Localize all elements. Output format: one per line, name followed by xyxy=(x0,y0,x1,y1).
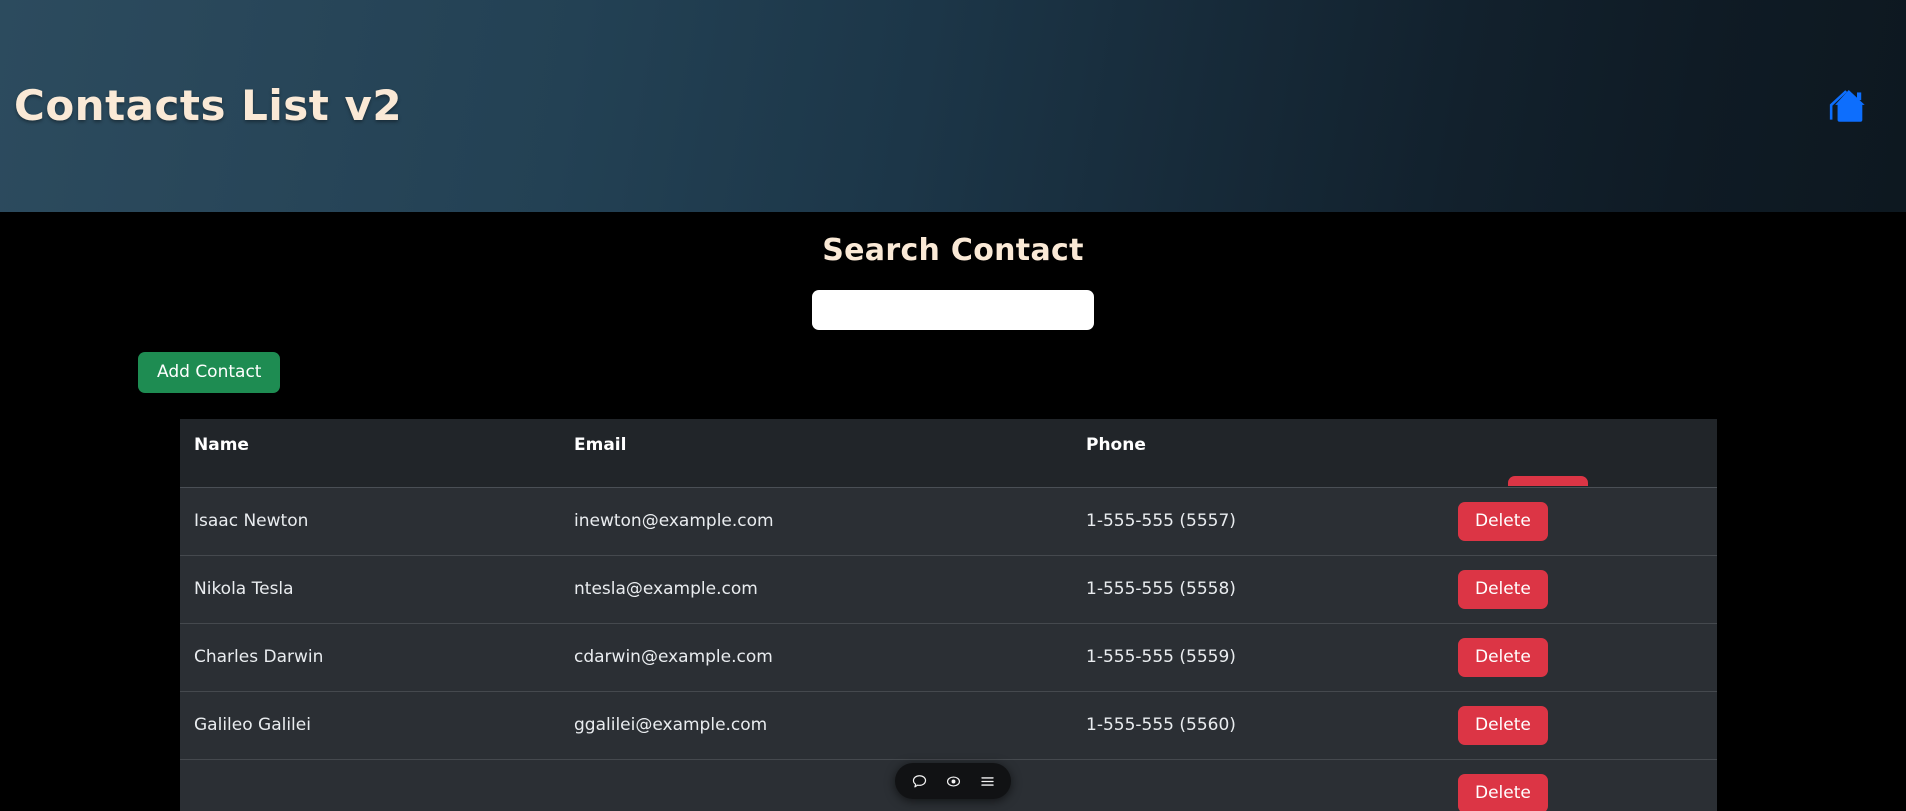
cell-name: Nikola Tesla xyxy=(194,579,294,600)
cell-actions: Delete xyxy=(1444,759,1717,811)
column-header-phone[interactable]: Phone xyxy=(1072,418,1444,488)
floating-toolbar xyxy=(895,763,1011,799)
cell-name: Charles Darwin xyxy=(194,647,324,668)
delete-button[interactable]: Delete xyxy=(1458,501,1548,541)
partial-delete-button[interactable] xyxy=(1508,475,1588,486)
hamburger-menu-icon[interactable] xyxy=(977,771,997,791)
home-link[interactable] xyxy=(1824,84,1868,128)
cell-phone: 1-555-555 (5557) xyxy=(1086,511,1236,532)
contacts-table: Name Email Phone Isaac Newton inewton@ex… xyxy=(180,418,1717,811)
search-section: Search Contact xyxy=(0,212,1906,330)
cell-name: Isaac Newton xyxy=(194,511,309,532)
search-input[interactable] xyxy=(812,290,1094,330)
record-eye-icon[interactable] xyxy=(943,771,963,791)
cell-phone xyxy=(1072,759,1444,811)
cell-phone: 1-555-555 (5560) xyxy=(1086,715,1236,736)
column-header-email[interactable]: Email xyxy=(560,418,1072,488)
table-row: Charles Darwin cdarwin@example.com 1-555… xyxy=(180,623,1717,692)
add-contact-row: Add Contact xyxy=(0,352,1906,393)
delete-button[interactable]: Delete xyxy=(1458,705,1548,745)
search-heading: Search Contact xyxy=(822,233,1084,268)
cell-email: ggalilei@example.com xyxy=(574,715,768,736)
home-icon xyxy=(1824,84,1868,128)
column-header-name[interactable]: Name xyxy=(180,418,560,488)
page-title: Contacts List v2 xyxy=(14,81,403,130)
site-header: Contacts List v2 xyxy=(0,0,1906,212)
column-header-actions xyxy=(1444,418,1717,488)
table-row: Nikola Tesla ntesla@example.com 1-555-55… xyxy=(180,555,1717,624)
contacts-table-wrapper: Name Email Phone Isaac Newton inewton@ex… xyxy=(180,418,1717,811)
delete-button[interactable]: Delete xyxy=(1458,637,1548,677)
cell-name: Galileo Galilei xyxy=(194,715,311,736)
cell-phone: 1-555-555 (5558) xyxy=(1086,579,1236,600)
cell-email: cdarwin@example.com xyxy=(574,647,773,668)
cell-phone: 1-555-555 (5559) xyxy=(1086,647,1236,668)
cell-email: ntesla@example.com xyxy=(574,579,758,600)
table-header: Name Email Phone xyxy=(180,418,1717,488)
cell-name xyxy=(180,759,560,811)
table-header-row: Name Email Phone xyxy=(180,418,1717,488)
delete-button[interactable]: Delete xyxy=(1458,569,1548,609)
page-body: Search Contact Add Contact Name Email Ph… xyxy=(0,212,1906,811)
cell-actions: Delete xyxy=(1444,487,1717,555)
table-row: Isaac Newton inewton@example.com 1-555-5… xyxy=(180,487,1717,556)
chat-bubble-icon[interactable] xyxy=(909,771,929,791)
cell-actions: Delete xyxy=(1444,555,1717,623)
delete-button[interactable]: Delete xyxy=(1458,773,1548,811)
cell-actions: Delete xyxy=(1444,691,1717,759)
cell-email: inewton@example.com xyxy=(574,511,774,532)
add-contact-button[interactable]: Add Contact xyxy=(138,352,281,393)
cell-actions: Delete xyxy=(1444,623,1717,691)
table-row: Galileo Galilei ggalilei@example.com 1-5… xyxy=(180,691,1717,760)
